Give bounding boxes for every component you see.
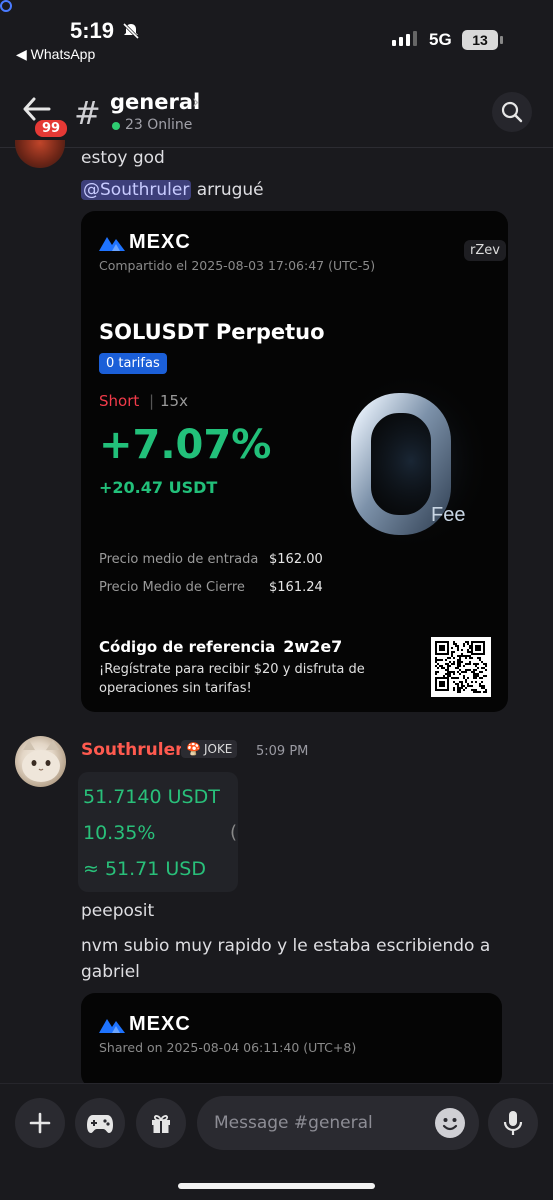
referral-label: Código de referencia	[99, 638, 276, 656]
status-bar: 5:19 ◀ WhatsApp 5G 13	[0, 0, 553, 70]
user-mention[interactable]: @Southruler	[81, 180, 192, 200]
promo-text: ¡Regístrate para recibir $20 y disfruta …	[99, 662, 365, 696]
network-type: 5G	[429, 30, 452, 49]
message-timestamp: 5:09 PM	[256, 744, 309, 759]
close-price-label: Precio Medio de Cierre	[99, 580, 245, 595]
embed-paren: (	[230, 822, 238, 843]
close-price-value: $161.24	[269, 580, 323, 595]
referral-code: 2w2e7	[283, 637, 343, 656]
channel-header: 99 # general › 23 Online	[0, 70, 553, 148]
pnl-share-card[interactable]: MEXC Compartido el 2025-08-03 17:06:47 (…	[81, 211, 508, 712]
position-side: Short	[99, 392, 140, 410]
gift-button[interactable]	[136, 1098, 186, 1148]
battery-icon: 13	[462, 30, 503, 50]
message-input-placeholder: Message #general	[214, 1113, 373, 1133]
separator: |	[149, 392, 155, 410]
smiley-icon	[442, 1118, 458, 1131]
activities-button[interactable]	[75, 1098, 125, 1148]
username[interactable]: Southruler	[81, 740, 183, 760]
qr-code[interactable]	[431, 637, 491, 697]
channel-hash-icon: #	[74, 94, 101, 132]
online-count: 23 Online	[125, 117, 193, 133]
shared-timestamp: Shared on 2025-08-04 06:11:40 (UTC+8)	[99, 1040, 357, 1055]
leverage: 15x	[160, 392, 188, 410]
shared-timestamp: Compartido el 2025-08-03 17:06:47 (UTC-5…	[99, 258, 376, 273]
mexc-logo: MEXC	[99, 231, 191, 254]
unread-badge: 99	[33, 118, 70, 139]
message-text-tail: arrugué	[191, 180, 264, 200]
mexc-logo-icon	[99, 236, 125, 251]
entry-price-label: Precio medio de entrada	[99, 552, 259, 567]
avatar[interactable]	[15, 140, 65, 168]
plus-icon	[29, 1112, 51, 1134]
microphone-icon	[503, 1111, 523, 1135]
app-indicator-icon	[0, 0, 12, 12]
user-tag: rZev	[464, 240, 506, 261]
svg-text:Fee: Fee	[431, 504, 465, 526]
entry-price-value: $162.00	[269, 552, 323, 567]
zero-fee-graphic: Fee	[331, 371, 491, 551]
channel-name[interactable]: general	[110, 90, 200, 114]
pnl-share-card[interactable]: MEXC Shared on 2025-08-04 06:11:40 (UTC+…	[81, 993, 502, 1088]
mexc-logo: MEXC	[99, 1013, 191, 1036]
clock: 5:19	[70, 18, 115, 43]
pnl-percent: +7.07%	[99, 422, 272, 468]
search-button[interactable]	[492, 92, 532, 132]
gift-icon	[152, 1115, 170, 1133]
message-input[interactable]: Message #general	[197, 1096, 479, 1150]
signal-icon	[392, 30, 417, 46]
embed-line: ≈ 51.71 USD	[83, 858, 206, 880]
gamepad-icon	[87, 1115, 113, 1133]
add-attachment-button[interactable]	[15, 1098, 65, 1148]
voice-message-button[interactable]	[488, 1098, 538, 1148]
avatar[interactable]	[15, 736, 66, 787]
emoji-button[interactable]	[435, 1108, 465, 1138]
message-text: nvm subio muy rapido y le estaba escribi…	[81, 936, 491, 982]
mexc-logo-icon	[99, 1018, 125, 1033]
silent-bell-icon	[122, 22, 140, 45]
referral-line: Código de referencia 2w2e7	[99, 637, 342, 656]
home-indicator[interactable]	[178, 1183, 375, 1189]
chevron-right-icon[interactable]: ›	[192, 91, 200, 113]
mushroom-icon: 🍄	[186, 742, 201, 756]
message-text: estoy god	[81, 148, 165, 168]
message-text: peeposit	[81, 901, 155, 921]
message-text: @Southruler arrugué	[81, 180, 264, 200]
fee-badge: 0 tarifas	[99, 353, 167, 374]
pnl-usdt: +20.47 USDT	[99, 478, 218, 497]
search-icon	[501, 101, 523, 123]
online-status-dot	[112, 122, 120, 130]
embed-line: 51.7140 USDT	[83, 786, 220, 808]
trading-pair: SOLUSDT Perpetuo	[99, 320, 325, 344]
role-badge: 🍄 JOKE	[181, 740, 238, 758]
embed-line: 10.35%	[83, 822, 156, 844]
back-to-app-link[interactable]: ◀ WhatsApp	[16, 46, 95, 63]
